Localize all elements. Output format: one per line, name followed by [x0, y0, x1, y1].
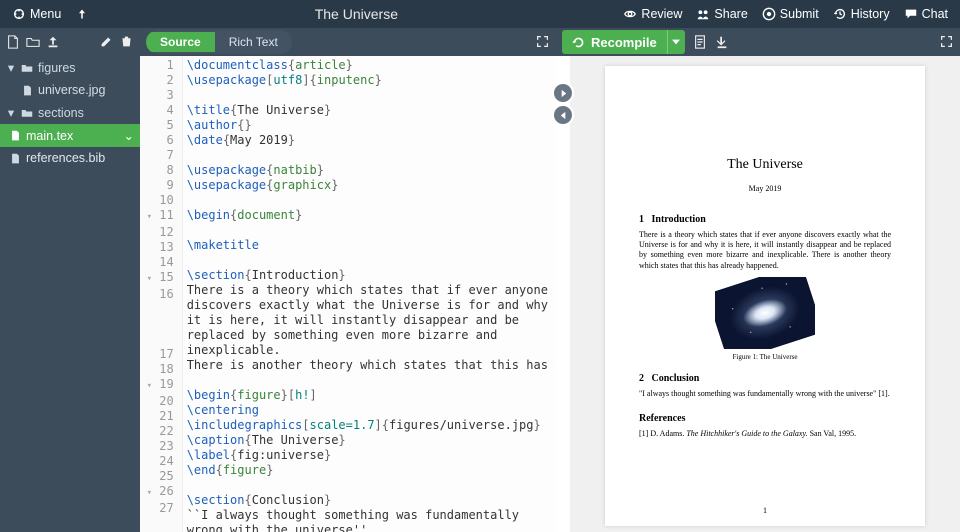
recompile-button[interactable]: Recompile: [562, 30, 685, 54]
pane-divider[interactable]: [556, 56, 570, 532]
upload-icon[interactable]: [46, 35, 60, 49]
page-number: 1: [605, 506, 925, 516]
code-line[interactable]: [187, 88, 549, 103]
history-icon: [833, 7, 847, 21]
code-line[interactable]: \section{Introduction}: [187, 268, 549, 283]
code-line[interactable]: \usepackage{graphicx}: [187, 178, 549, 193]
figure-caption: Figure 1: The Universe: [639, 353, 891, 362]
code-line[interactable]: \maketitle: [187, 238, 549, 253]
file-tree: ▾figuresuniverse.jpg▾sectionsmain.tex⌄re…: [0, 56, 140, 532]
menu-button[interactable]: Menu: [6, 3, 67, 25]
toolbar: Source Rich Text Recompile: [0, 28, 960, 56]
new-file-icon[interactable]: [6, 35, 20, 49]
folder-sections[interactable]: ▾sections: [0, 101, 140, 124]
share-icon: [696, 7, 710, 21]
universe-image: [715, 277, 815, 349]
code-line[interactable]: \includegraphics[scale=1.7]{figures/univ…: [187, 418, 549, 433]
submit-button[interactable]: Submit: [756, 3, 825, 25]
main-area: ▾figuresuniverse.jpg▾sectionsmain.tex⌄re…: [0, 56, 960, 532]
code-line[interactable]: \title{The Universe}: [187, 103, 549, 118]
code-line[interactable]: \section{Conclusion}: [187, 493, 549, 508]
menu-label: Menu: [30, 7, 61, 21]
section-1-heading: 1 Introduction: [639, 213, 891, 226]
delete-icon[interactable]: [120, 35, 134, 49]
top-bar: Menu The Universe Review Share Submit Hi…: [0, 0, 960, 28]
submit-icon: [762, 7, 776, 21]
code-line[interactable]: ``I always thought something was fundame…: [187, 508, 549, 532]
code-line[interactable]: \begin{document}: [187, 208, 549, 223]
chat-icon: [904, 7, 918, 21]
share-button[interactable]: Share: [690, 3, 753, 25]
folder-figures[interactable]: ▾figures: [0, 56, 140, 79]
code-line[interactable]: [187, 478, 549, 493]
recompile-dropdown[interactable]: [667, 30, 685, 54]
section-1-body: There is a theory which states that if e…: [639, 230, 891, 272]
chevron-down-icon: ▾: [6, 60, 16, 75]
code-line[interactable]: \end{figure}: [187, 463, 549, 478]
tab-richtext[interactable]: Rich Text: [215, 32, 292, 52]
source-editor[interactable]: 1 2 3 4 5 6 7 8 9 10▾ 11 12 13 14▾ 15 16…: [140, 56, 556, 532]
editor-mode-tabs: Source Rich Text: [146, 30, 292, 54]
pdf-preview[interactable]: The Universe May 2019 1 Introduction The…: [570, 56, 960, 532]
doc-date: May 2019: [639, 184, 891, 194]
tab-source[interactable]: Source: [146, 32, 215, 52]
edit-icon[interactable]: [100, 35, 114, 49]
history-button[interactable]: History: [827, 3, 896, 25]
expand-editor-icon[interactable]: [536, 35, 550, 49]
file-universe.jpg[interactable]: universe.jpg: [0, 79, 140, 101]
code-line[interactable]: \usepackage[utf8]{inputenc}: [187, 73, 549, 88]
up-arrow-icon: [75, 7, 89, 21]
code-line[interactable]: \documentclass{article}: [187, 58, 549, 73]
collapse-right-icon[interactable]: [554, 106, 572, 124]
code-line[interactable]: [187, 223, 549, 238]
logs-icon[interactable]: [693, 35, 707, 49]
chevron-down-icon[interactable]: ⌄: [124, 128, 134, 143]
code-line[interactable]: \usepackage{natbib}: [187, 163, 549, 178]
code-line[interactable]: \centering: [187, 403, 549, 418]
file-main.tex[interactable]: main.tex⌄: [0, 124, 140, 147]
code-line[interactable]: \author{}: [187, 118, 549, 133]
references-heading: References: [639, 412, 891, 425]
project-title: The Universe: [95, 6, 617, 22]
file-references.bib[interactable]: references.bib: [0, 147, 140, 169]
chevron-down-icon: ▾: [6, 105, 16, 120]
chat-button[interactable]: Chat: [898, 3, 954, 25]
expand-preview-icon[interactable]: [940, 35, 954, 49]
review-button[interactable]: Review: [617, 3, 688, 25]
review-icon: [623, 7, 637, 21]
code-line[interactable]: [187, 373, 549, 388]
menu-icon: [12, 7, 26, 21]
reference-1: [1] D. Adams. The Hitchhiker's Guide to …: [639, 429, 891, 439]
code-line[interactable]: \begin{figure}[h!]: [187, 388, 549, 403]
recompile-icon: [572, 36, 585, 49]
code-line[interactable]: \label{fig:universe}: [187, 448, 549, 463]
section-2-heading: 2 Conclusion: [639, 372, 891, 385]
code-line[interactable]: There is a theory which states that if e…: [187, 283, 549, 358]
code-line[interactable]: [187, 193, 549, 208]
section-2-body: "I always thought something was fundamen…: [639, 389, 891, 399]
code-line[interactable]: \date{May 2019}: [187, 133, 549, 148]
code-line[interactable]: [187, 148, 549, 163]
download-pdf-icon[interactable]: [715, 35, 729, 49]
up-button[interactable]: [69, 3, 95, 25]
figure-1: Figure 1: The Universe: [639, 277, 891, 362]
pdf-page: The Universe May 2019 1 Introduction The…: [605, 66, 925, 526]
new-folder-icon[interactable]: [26, 35, 40, 49]
code-line[interactable]: There is another theory which states tha…: [187, 358, 549, 373]
collapse-left-icon[interactable]: [554, 84, 572, 102]
code-line[interactable]: [187, 253, 549, 268]
code-line[interactable]: \caption{The Universe}: [187, 433, 549, 448]
doc-title: The Universe: [639, 156, 891, 174]
